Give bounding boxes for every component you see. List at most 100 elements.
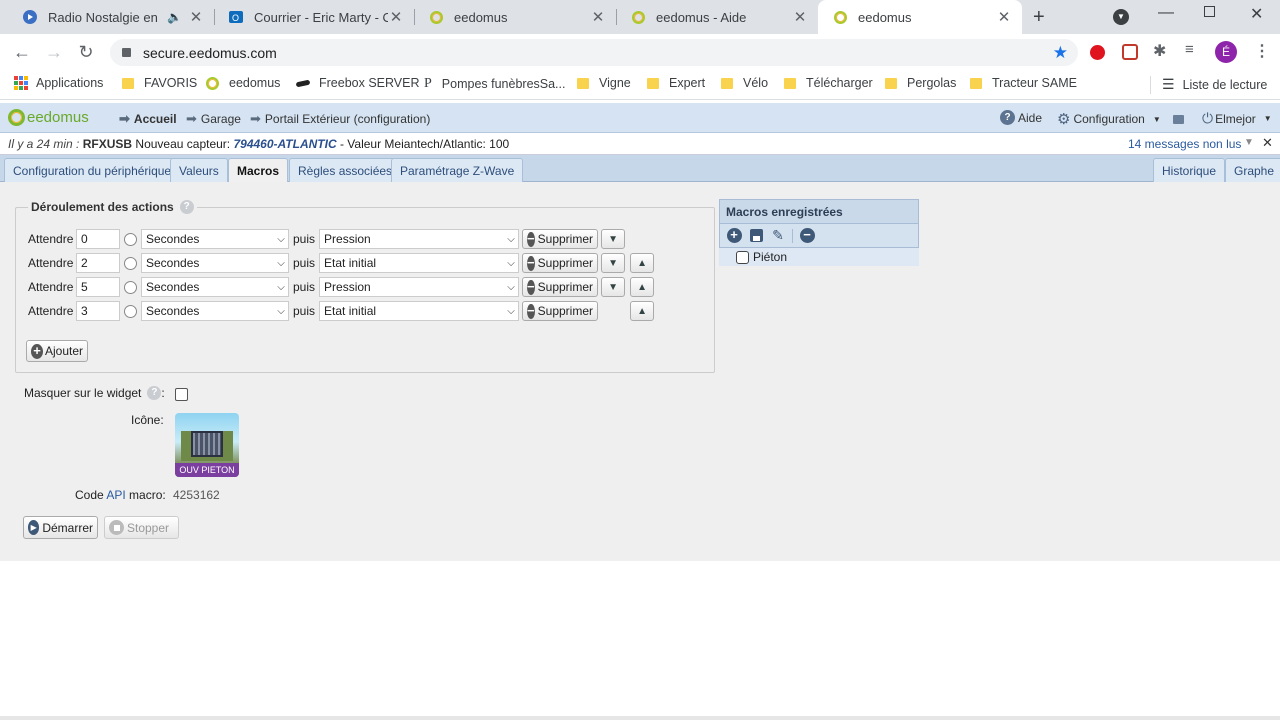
move-down-button[interactable]: ▼ <box>601 277 626 297</box>
delete-action-button[interactable]: − Supprimer <box>522 277 599 297</box>
chrome-menu-icon[interactable]: ⋮ <box>1254 41 1270 61</box>
move-up-button[interactable]: ▲ <box>630 253 655 273</box>
action-select[interactable]: Pression ⌵ <box>319 277 520 297</box>
profile-avatar[interactable]: É <box>1215 41 1237 63</box>
browser-tab-radio[interactable]: Radio Nostalgie en direct 🔈 ✕ <box>8 0 214 34</box>
browser-tab-eedomus[interactable]: eedomus ✕ <box>414 0 616 34</box>
extensions-puzzle-icon[interactable]: ✱ <box>1153 41 1166 61</box>
move-up-button[interactable]: ▲ <box>630 277 655 297</box>
close-tab-icon[interactable]: ✕ <box>188 8 204 26</box>
folder-icon <box>647 77 659 89</box>
action-select[interactable]: Pression ⌵ <box>319 229 520 249</box>
reading-list[interactable]: ☰ Liste de lecture <box>1162 76 1267 93</box>
bookmark-favoris[interactable]: FAVORIS <box>122 76 197 90</box>
bookmark-tracteur[interactable]: Tracteur SAME <box>970 76 1077 90</box>
forward-icon[interactable]: → <box>42 40 66 64</box>
reload-icon[interactable]: ↻ <box>74 40 98 64</box>
tab-regles[interactable]: Règles associées <box>289 158 402 182</box>
saved-macro-item[interactable]: Piéton <box>719 248 919 266</box>
minimize-icon[interactable]: — <box>1158 4 1174 22</box>
restore-icon[interactable] <box>1204 6 1215 17</box>
help-icon[interactable]: ? <box>179 200 194 214</box>
action-select[interactable]: Etat initial ⌵ <box>319 253 520 273</box>
unit-select[interactable]: Secondes ⌵ <box>141 253 289 273</box>
unit-radio[interactable] <box>124 256 137 270</box>
tab-historique[interactable]: Historique <box>1153 158 1226 182</box>
opera-extension-icon[interactable] <box>1090 45 1105 60</box>
macro-checkbox[interactable] <box>736 250 749 264</box>
browser-tab-eedomus-active[interactable]: eedomus ✕ <box>818 0 1022 34</box>
move-down-button[interactable]: ▼ <box>601 253 626 273</box>
unit-select[interactable]: Secondes ⌵ <box>141 229 289 249</box>
bookmark-star-icon[interactable]: ★ <box>1053 43 1068 63</box>
delete-action-button[interactable]: − Supprimer <box>522 229 599 249</box>
browser-tab-outlook[interactable]: O Courrier - Eric Marty - Outlook ✕ <box>214 0 414 34</box>
lock-icon[interactable] <box>122 48 131 57</box>
edit-pencil-icon[interactable]: ✎ <box>770 227 786 244</box>
close-tab-icon[interactable]: ✕ <box>388 8 404 26</box>
wait-value-input[interactable]: 3 <box>76 301 120 321</box>
close-window-icon[interactable]: ✕ <box>1250 4 1263 24</box>
bookmark-applications[interactable]: Applications <box>14 76 103 90</box>
action-select[interactable]: Etat initial ⌵ <box>319 301 520 321</box>
api-link[interactable]: API <box>106 488 125 502</box>
bookmark-eedomus[interactable]: eedomus <box>206 76 280 90</box>
bookmark-vigne[interactable]: Vigne <box>577 76 631 90</box>
bookmark-pompes[interactable]: P Pompes funèbresSa... <box>424 76 565 92</box>
speaker-icon[interactable]: 🔈 <box>167 10 182 24</box>
bookmark-expert[interactable]: Expert <box>647 76 705 90</box>
tab-zwave[interactable]: Paramétrage Z-Wave <box>391 158 524 182</box>
hide-widget-checkbox[interactable] <box>175 388 188 401</box>
unit-radio[interactable] <box>124 232 137 246</box>
help-button[interactable]: ? Aide <box>1000 110 1042 125</box>
new-tab-icon[interactable]: + <box>1033 6 1045 29</box>
unread-messages-link[interactable]: 14 messages non lus <box>1128 137 1241 151</box>
configuration-menu[interactable]: ⚙ Configuration ▼ <box>1057 110 1161 128</box>
tab-configuration[interactable]: Configuration du périphérique <box>4 158 181 182</box>
tab-valeurs[interactable]: Valeurs <box>170 158 228 182</box>
breadcrumb-accueil[interactable]: ➡ Accueil <box>119 111 177 127</box>
browser-tab-eedomus-aide[interactable]: eedomus - Aide ✕ <box>616 0 818 34</box>
bookmark-freebox[interactable]: Freebox SERVER <box>295 76 420 90</box>
expand-messages-icon[interactable]: ▼ <box>1244 137 1254 148</box>
wait-value-input[interactable]: 2 <box>76 253 120 273</box>
close-tab-icon[interactable]: ✕ <box>590 8 606 26</box>
close-messages-icon[interactable]: ✕ <box>1262 135 1273 151</box>
address-bar[interactable]: secure.eedomus.com ★ <box>110 39 1078 66</box>
stop-macro-button[interactable]: Stopper <box>104 516 179 539</box>
user-menu[interactable]: ⏻ Elmejor ▼ <box>1202 110 1272 127</box>
eedomus-logo[interactable]: eedomus <box>8 109 89 126</box>
bookmark-telecharger[interactable]: Télécharger <box>784 76 873 90</box>
delete-action-button[interactable]: − Supprimer <box>522 301 599 321</box>
pocket-extension-icon[interactable] <box>1122 44 1138 60</box>
wait-value-input[interactable]: 0 <box>76 229 120 249</box>
media-control-icon[interactable]: ≡ <box>1185 41 1194 58</box>
move-down-button[interactable]: ▼ <box>601 229 626 249</box>
delete-action-button[interactable]: − Supprimer <box>522 253 599 273</box>
notification-message[interactable]: Il y a 24 min : RFXUSB Nouveau capteur: … <box>8 137 509 151</box>
move-up-button[interactable]: ▲ <box>630 301 655 321</box>
wait-value-input[interactable]: 5 <box>76 277 120 297</box>
start-macro-button[interactable]: ▶ Démarrer <box>23 516 98 539</box>
unit-select[interactable]: Secondes ⌵ <box>141 301 289 321</box>
remove-macro-icon[interactable]: − <box>799 228 815 244</box>
macro-icon-image[interactable]: OUV PIETON <box>175 413 239 477</box>
tab-macros[interactable]: Macros <box>228 158 289 183</box>
tab-graphe[interactable]: Graphe <box>1225 158 1280 182</box>
bookmark-pergolas[interactable]: Pergolas <box>885 76 956 90</box>
close-tab-icon[interactable]: ✕ <box>792 8 808 26</box>
breadcrumb-portail[interactable]: ➡ Portail Extérieur (configuration) <box>250 111 430 127</box>
lock-button[interactable] <box>1173 110 1184 124</box>
tab-search-icon[interactable]: ▼ <box>1113 9 1129 25</box>
bookmark-velo[interactable]: Vélo <box>721 76 768 90</box>
help-icon[interactable]: ? <box>147 386 162 400</box>
unit-select[interactable]: Secondes ⌵ <box>141 277 289 297</box>
add-macro-icon[interactable]: + <box>726 228 742 244</box>
breadcrumb-garage[interactable]: ➡ Garage <box>186 111 241 127</box>
unit-radio[interactable] <box>124 280 137 294</box>
save-icon[interactable] <box>748 228 764 244</box>
unit-radio[interactable] <box>124 304 137 318</box>
add-action-button[interactable]: + Ajouter <box>26 340 88 362</box>
back-icon[interactable]: ← <box>10 40 34 64</box>
close-tab-icon[interactable]: ✕ <box>996 8 1012 26</box>
